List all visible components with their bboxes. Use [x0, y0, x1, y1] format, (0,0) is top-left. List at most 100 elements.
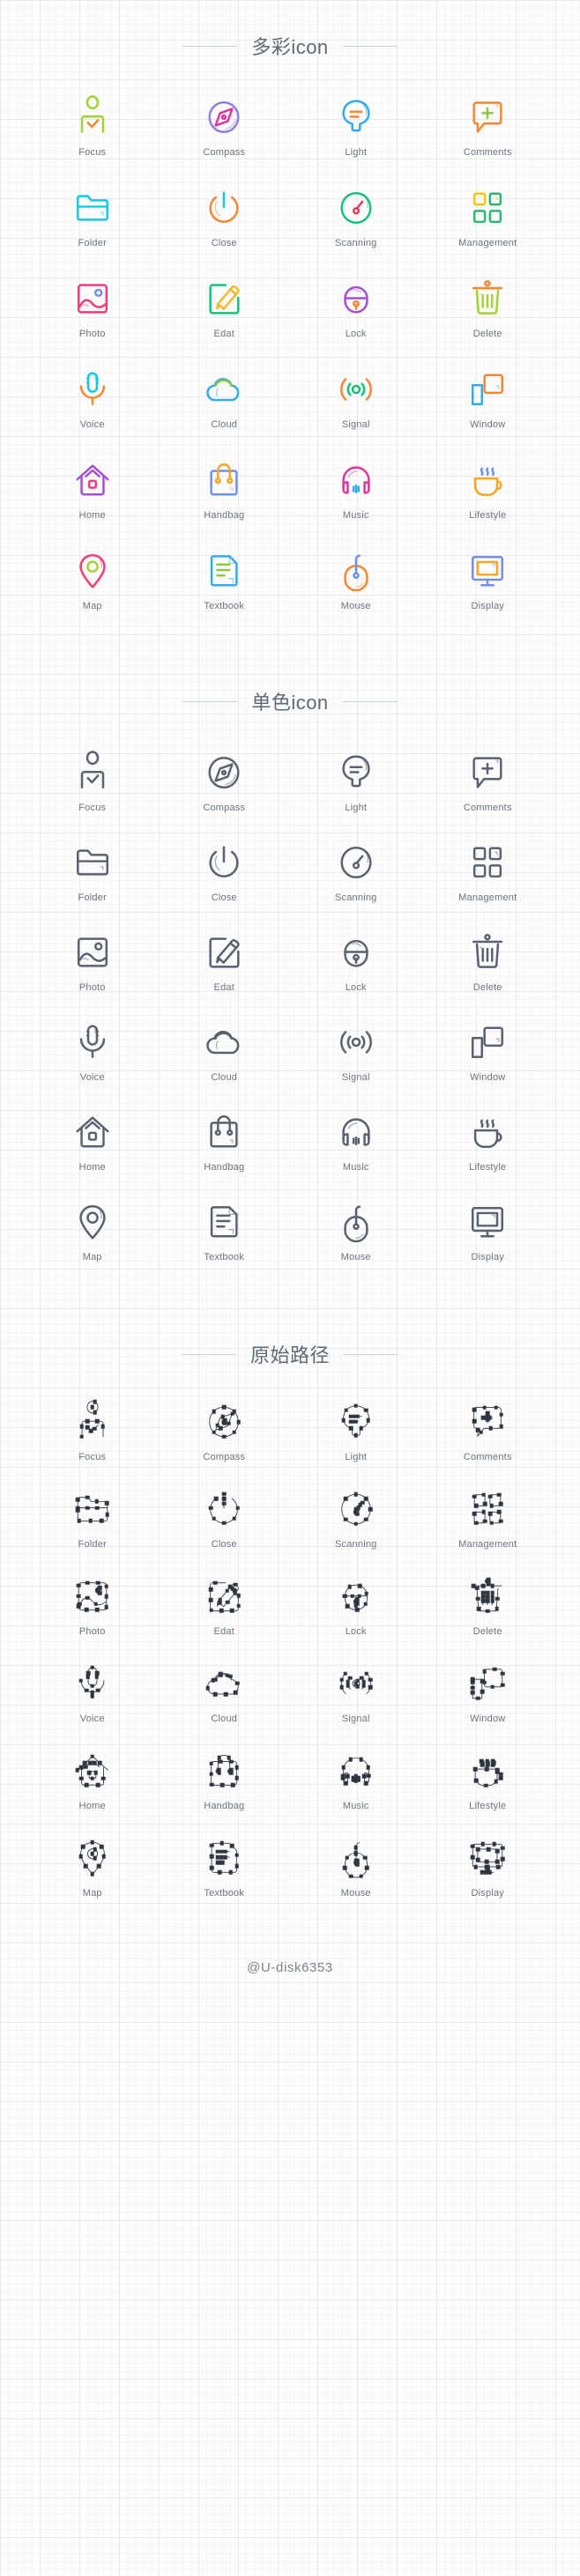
- path-skeleton: [204, 1663, 244, 1704]
- icon-cell-focus[interactable]: Focus: [26, 751, 159, 813]
- icon-cell-edat[interactable]: Edat: [159, 932, 291, 993]
- icon-cell-compass[interactable]: Compass: [159, 752, 291, 813]
- icon-cell-handbag[interactable]: Handbag: [159, 1751, 291, 1811]
- icon-cell-delete[interactable]: Delete: [422, 278, 554, 339]
- icon-cell-photo[interactable]: Photo: [26, 932, 159, 993]
- icon-cell-music[interactable]: Music: [290, 1112, 422, 1173]
- icon-cell-lifestyle[interactable]: Lifestyle: [422, 1751, 554, 1811]
- section-paths: 原始路径 Focus Compass Light Comments Folder Clos…: [0, 1262, 580, 1899]
- icon-cell-cloud[interactable]: Cloud: [159, 1663, 291, 1724]
- divider-left: [182, 45, 238, 47]
- music-icon: [336, 460, 376, 500]
- section-title: 单色icon: [251, 692, 329, 714]
- icon-cell-management[interactable]: Management: [422, 1489, 554, 1550]
- icon-cell-mouse[interactable]: Mouse: [290, 551, 422, 611]
- icon-cell-home[interactable]: Home: [26, 1112, 159, 1173]
- icon-cell-handbag[interactable]: Handbag: [159, 460, 291, 521]
- icon-cell-focus[interactable]: Focus: [26, 95, 159, 158]
- handbag-icon: [204, 1751, 244, 1791]
- divider-left: [181, 1353, 236, 1355]
- icon-cell-lock[interactable]: Lock: [290, 1576, 422, 1637]
- icon-cell-delete[interactable]: Delete: [422, 1576, 554, 1637]
- icon-cell-focus[interactable]: Focus: [26, 1400, 159, 1462]
- icon-cell-voice[interactable]: Voice: [26, 369, 159, 430]
- icon-cell-display[interactable]: Display: [422, 551, 554, 611]
- icon-cell-window[interactable]: Window: [422, 1022, 554, 1083]
- icon-label: Photo: [78, 329, 106, 339]
- icon-cell-folder[interactable]: Folder: [26, 842, 159, 903]
- icon-cell-window[interactable]: Window: [422, 1663, 554, 1724]
- icon-cell-edat[interactable]: Edat: [159, 1576, 291, 1637]
- icon-cell-compass[interactable]: Compass: [159, 1402, 291, 1462]
- lock-icon: [336, 278, 376, 319]
- icon-cell-delete[interactable]: Delete: [422, 932, 554, 993]
- icon-label: Handbag: [204, 1162, 245, 1173]
- icon-cell-comments[interactable]: Comments: [422, 1402, 554, 1462]
- icon-label: Close: [211, 892, 237, 903]
- icon-cell-photo[interactable]: Photo: [26, 278, 159, 339]
- icon-cell-home[interactable]: Home: [26, 1751, 159, 1811]
- icon-label: Light: [345, 1452, 368, 1462]
- path-skeleton: [467, 1751, 508, 1791]
- icon-cell-scanning[interactable]: Scanning: [290, 1489, 422, 1550]
- map-icon: [72, 1838, 113, 1878]
- icon-cell-cloud[interactable]: Cloud: [159, 1022, 291, 1083]
- icon-cell-photo[interactable]: Photo: [26, 1576, 159, 1637]
- management-icon: [467, 188, 508, 228]
- icon-cell-map[interactable]: Map: [26, 551, 159, 611]
- icon-cell-light[interactable]: Light: [290, 752, 422, 813]
- signal-icon: [336, 1663, 376, 1704]
- icon-cell-light[interactable]: Light: [290, 1402, 422, 1462]
- icon-cell-textbook[interactable]: Textbook: [159, 1838, 291, 1899]
- icon-cell-close[interactable]: Close: [159, 188, 291, 248]
- path-skeleton: [467, 1576, 508, 1617]
- icon-cell-folder[interactable]: Folder: [26, 1489, 159, 1550]
- icon-label: Music: [342, 1162, 369, 1173]
- icon-cell-mouse[interactable]: Mouse: [290, 1202, 422, 1262]
- icon-cell-lifestyle[interactable]: Lifestyle: [422, 460, 554, 521]
- icon-cell-comments[interactable]: Comments: [422, 97, 554, 158]
- icon-cell-textbook[interactable]: Textbook: [159, 551, 291, 611]
- path-skeleton: [336, 1576, 376, 1617]
- icon-cell-music[interactable]: Music: [290, 460, 422, 521]
- path-skeleton: [72, 1400, 113, 1442]
- icon-cell-display[interactable]: Display: [422, 1838, 554, 1899]
- icon-cell-folder[interactable]: Folder: [26, 188, 159, 248]
- icon-cell-lifestyle[interactable]: Lifestyle: [422, 1112, 554, 1173]
- home-icon: [72, 460, 113, 500]
- icon-cell-map[interactable]: Map: [26, 1838, 159, 1899]
- icon-cell-scanning[interactable]: Scanning: [290, 842, 422, 903]
- icon-cell-close[interactable]: Close: [159, 842, 291, 903]
- icon-cell-signal[interactable]: Signal: [290, 1022, 422, 1083]
- icon-cell-display[interactable]: Display: [422, 1202, 554, 1262]
- icon-cell-map[interactable]: Map: [26, 1202, 159, 1262]
- icon-cell-edat[interactable]: Edat: [159, 278, 291, 339]
- icon-cell-textbook[interactable]: Textbook: [159, 1202, 291, 1262]
- lock-icon: [336, 1576, 376, 1617]
- icon-cell-music[interactable]: Music: [290, 1751, 422, 1811]
- icon-label: Focus: [78, 147, 107, 158]
- icon-cell-window[interactable]: Window: [422, 369, 554, 430]
- icon-cell-voice[interactable]: Voice: [26, 1022, 159, 1083]
- icon-cell-compass[interactable]: Compass: [159, 97, 291, 158]
- icon-cell-close[interactable]: Close: [159, 1489, 291, 1550]
- icon-cell-management[interactable]: Management: [422, 842, 554, 903]
- icon-cell-light[interactable]: Light: [290, 97, 422, 158]
- icon-cell-voice[interactable]: Voice: [26, 1663, 159, 1724]
- icon-cell-handbag[interactable]: Handbag: [159, 1112, 291, 1173]
- icon-cell-comments[interactable]: Comments: [422, 752, 554, 813]
- icon-cell-mouse[interactable]: Mouse: [290, 1838, 422, 1899]
- icon-cell-lock[interactable]: Lock: [290, 278, 422, 339]
- voice-icon: [72, 1022, 113, 1062]
- icon-cell-lock[interactable]: Lock: [290, 932, 422, 993]
- icon-cell-management[interactable]: Management: [422, 188, 554, 248]
- icon-cell-cloud[interactable]: Cloud: [159, 369, 291, 430]
- icon-cell-signal[interactable]: Signal: [290, 369, 422, 430]
- section-monochrome: 单色icon Focus Compass Light Comments Folder Cl…: [0, 611, 580, 1262]
- icon-grid-monochrome: Focus Compass Light Comments Folder Close Scan…: [0, 751, 580, 1262]
- compass-icon: [204, 97, 244, 137]
- lifestyle-icon: [467, 1751, 508, 1791]
- icon-cell-home[interactable]: Home: [26, 460, 159, 521]
- icon-cell-signal[interactable]: Signal: [290, 1663, 422, 1724]
- icon-cell-scanning[interactable]: Scanning: [290, 188, 422, 248]
